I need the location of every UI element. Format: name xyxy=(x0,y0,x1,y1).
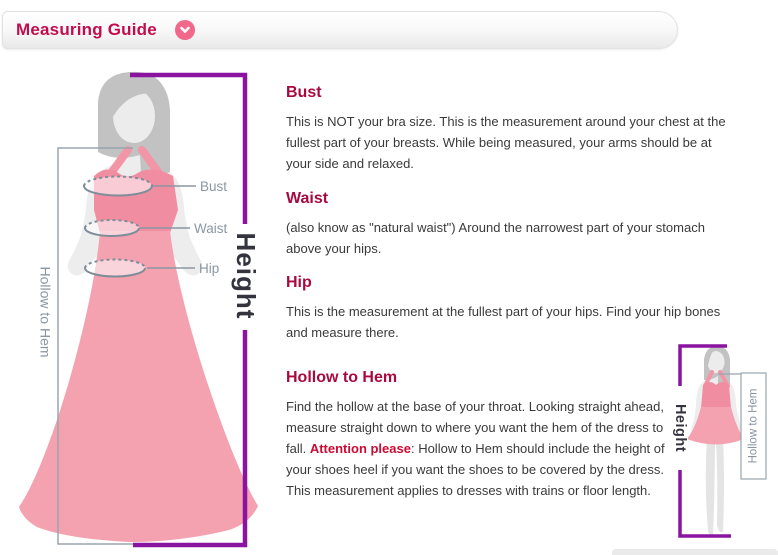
chevron-down-icon xyxy=(178,23,192,37)
waist-label: Waist xyxy=(194,221,227,236)
attention-label: Attention please xyxy=(310,441,411,456)
measurement-diagram-small: Hollow to Hem Height xyxy=(660,335,778,553)
measurement-diagram-large: Bust Waist Hip Hollow to Hem Height xyxy=(0,60,280,553)
next-section-bar-edge xyxy=(612,549,778,555)
page-title: Measuring Guide xyxy=(16,20,157,40)
small-height-vertical-label: Height xyxy=(672,404,688,452)
height-vertical-label: Height xyxy=(231,233,261,320)
hollow-to-hem-vertical-label: Hollow to Hem xyxy=(37,266,53,357)
section-hip: Hip This is the measurement at the fulle… xyxy=(286,274,728,343)
small-hollow-to-hem-label: Hollow to Hem xyxy=(748,389,760,464)
measuring-guide-header: Measuring Guide xyxy=(2,11,678,49)
section-bust: Bust This is NOT your bra size. This is … xyxy=(286,84,728,174)
hip-heading: Hip xyxy=(286,274,728,292)
hollow-to-hem-description: Find the hollow at the base of your thro… xyxy=(286,396,678,501)
waist-description: (also know as "natural waist") Around th… xyxy=(286,217,728,259)
waist-heading: Waist xyxy=(286,190,728,208)
bust-label: Bust xyxy=(200,179,227,194)
small-leg-right xyxy=(716,435,724,532)
collapse-toggle-button[interactable] xyxy=(175,20,195,40)
bust-description: This is NOT your bra size. This is the m… xyxy=(286,111,728,174)
small-leg-left xyxy=(706,435,715,536)
bust-heading: Bust xyxy=(286,84,728,102)
section-waist: Waist (also know as "natural waist") Aro… xyxy=(286,190,728,259)
small-dress-bodice xyxy=(701,382,731,408)
dress-skirt xyxy=(19,231,258,542)
hip-label: Hip xyxy=(199,261,219,276)
